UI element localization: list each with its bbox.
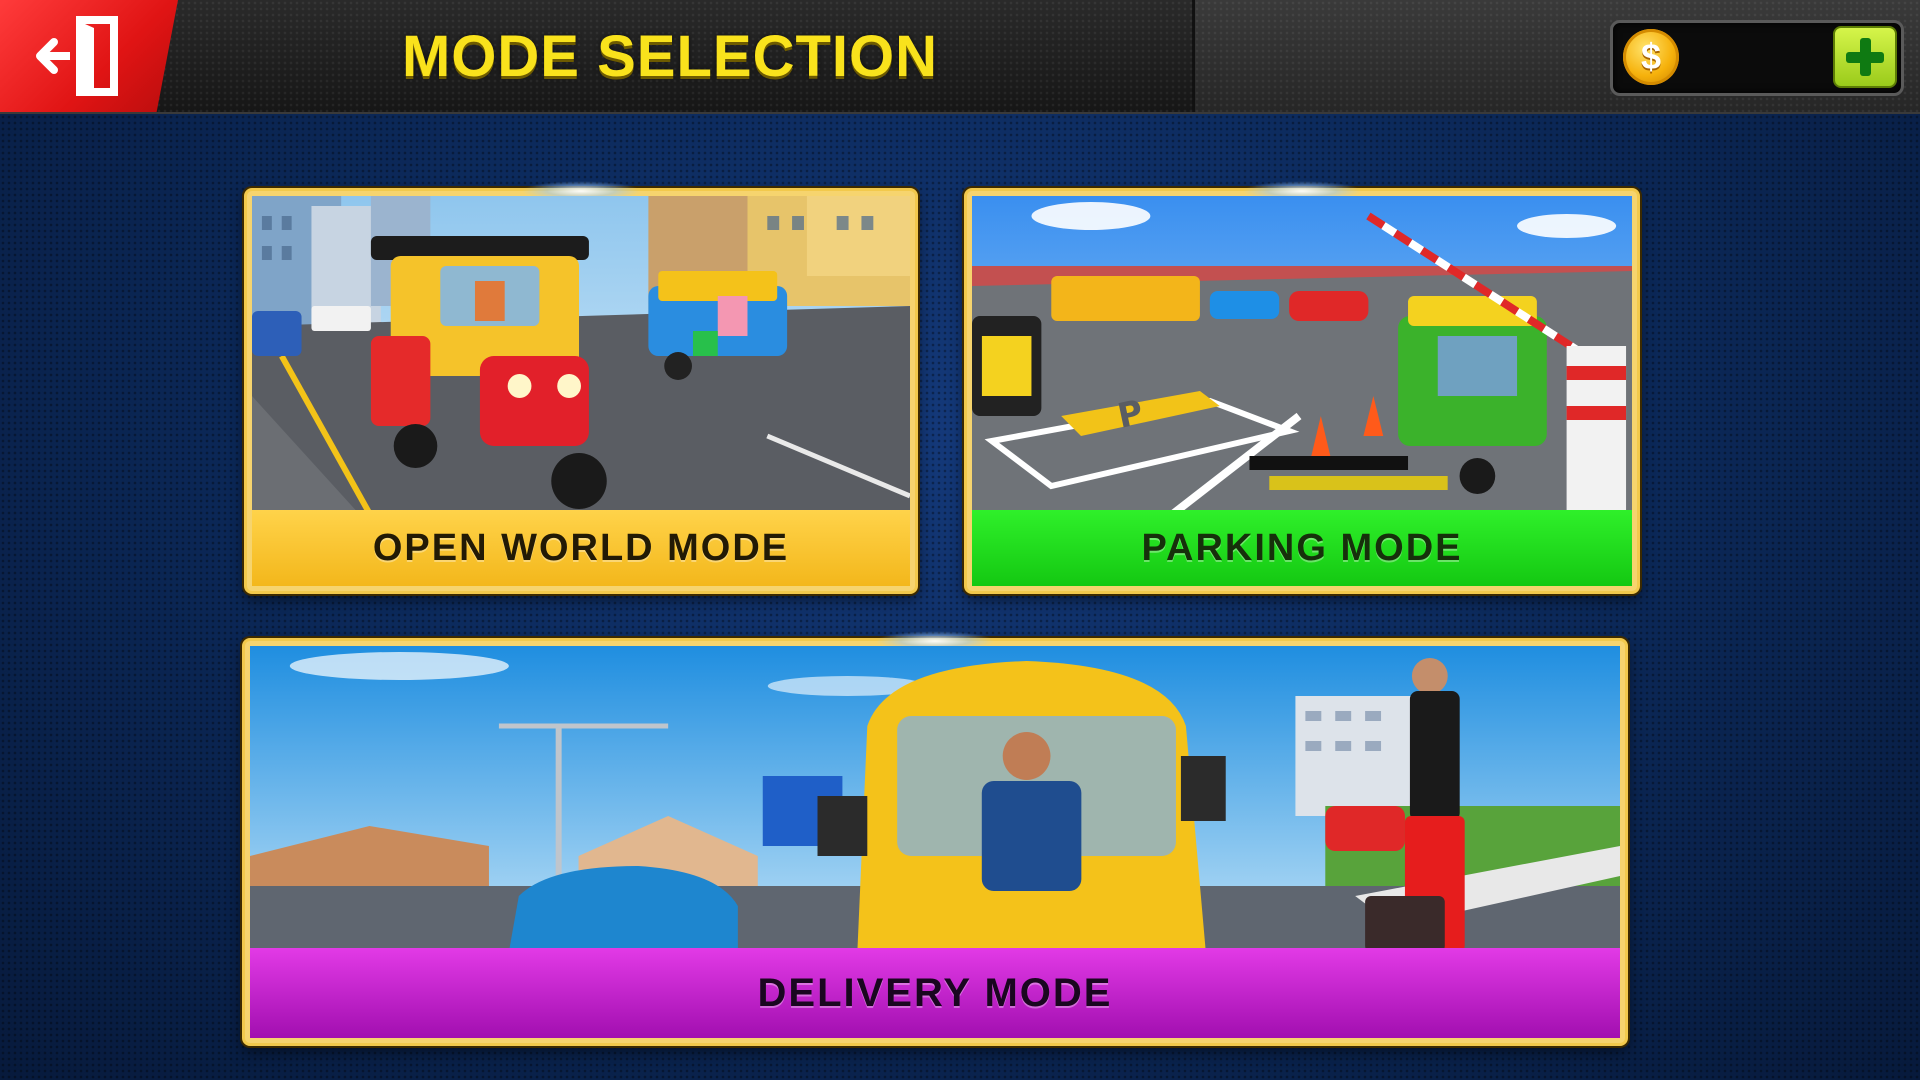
exit-door-icon bbox=[36, 16, 118, 96]
delivery-scene-image bbox=[250, 646, 1620, 952]
open-world-scene-image bbox=[252, 196, 910, 516]
delivery-mode-label: DELIVERY MODE bbox=[250, 948, 1620, 1038]
parking-mode-card[interactable]: P PARKING MODE bbox=[964, 181, 1640, 594]
coin-value bbox=[1689, 23, 1809, 87]
add-coins-button[interactable] bbox=[1833, 26, 1897, 88]
parking-mode-label: PARKING MODE bbox=[972, 510, 1632, 586]
open-world-mode-card[interactable]: OPEN WORLD MODE bbox=[244, 181, 918, 594]
header: MODE SELECTION bbox=[150, 0, 1190, 112]
open-world-mode-label: OPEN WORLD MODE bbox=[252, 510, 910, 586]
coin-balance: $ bbox=[1610, 20, 1904, 96]
exit-button[interactable] bbox=[0, 0, 178, 112]
coin-icon: $ bbox=[1623, 29, 1679, 85]
coin-symbol: $ bbox=[1640, 36, 1662, 77]
parking-scene-image: P bbox=[972, 196, 1632, 516]
page-title: MODE SELECTION bbox=[401, 23, 939, 89]
delivery-mode-card[interactable]: DELIVERY MODE bbox=[242, 631, 1628, 1046]
